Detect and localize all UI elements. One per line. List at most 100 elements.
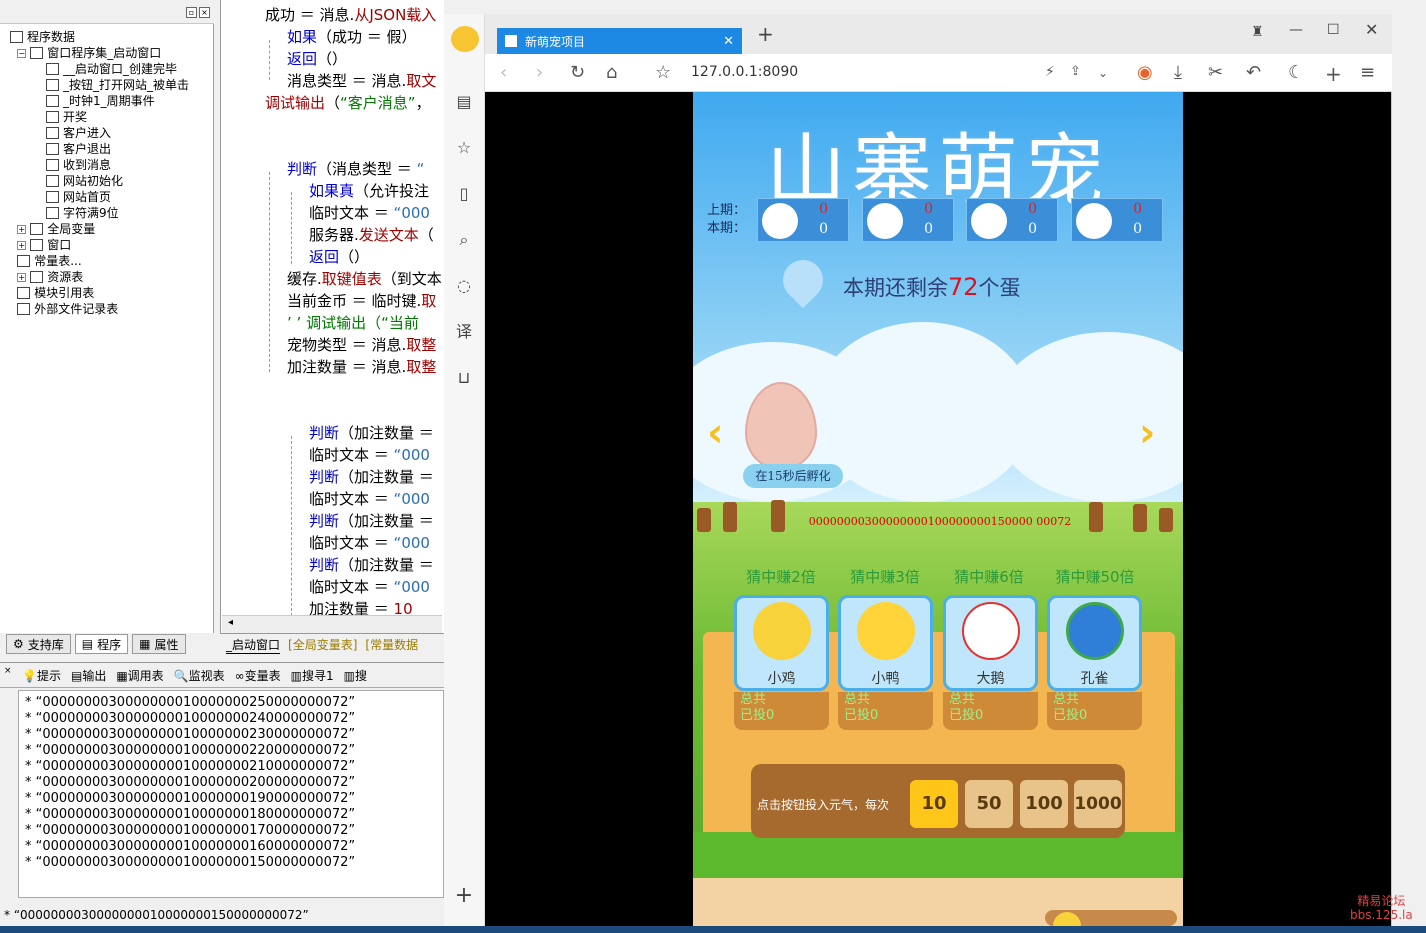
code-line[interactable]: 调试输出（“客户消息”，: [265, 93, 431, 113]
code-line[interactable]: 消息类型 ＝ 消息.取文: [287, 71, 436, 91]
expand-icon[interactable]: +: [17, 224, 27, 234]
tree-item[interactable]: 字符满9位: [46, 205, 119, 221]
arrow-right-icon[interactable]: ›: [1139, 410, 1155, 456]
share-icon[interactable]: ⇪: [1070, 64, 1081, 79]
bet-button-1000[interactable]: 1000: [1074, 780, 1122, 828]
flash-icon[interactable]: ⚡: [1045, 64, 1055, 80]
reload-icon[interactable]: ↻: [570, 62, 585, 83]
expand-icon[interactable]: −: [17, 48, 27, 58]
tab-variables[interactable]: ∞变量表: [235, 667, 281, 684]
close-icon[interactable]: ×: [199, 7, 210, 18]
tab-properties[interactable]: ▦ 属性: [132, 634, 186, 654]
tree-item[interactable]: 开奖: [46, 109, 87, 125]
tree-item[interactable]: 网站初始化: [46, 173, 123, 189]
back-icon[interactable]: ‹: [500, 62, 507, 83]
code-line[interactable]: 返回（）: [309, 247, 369, 267]
scroll-left-icon[interactable]: ◂: [228, 617, 233, 628]
minimize-icon[interactable]: —: [1289, 22, 1303, 38]
tab-program[interactable]: ▤ 程序: [74, 634, 129, 654]
code-line[interactable]: 缓存.取键值表（到文本: [287, 269, 442, 289]
download-icon[interactable]: ⤓: [1174, 62, 1182, 83]
pet-card-duck[interactable]: 小鸭: [838, 595, 933, 691]
tree-item[interactable]: + 窗口: [17, 237, 71, 253]
arrow-left-icon[interactable]: ‹: [707, 410, 723, 456]
add-icon[interactable]: +: [454, 885, 474, 907]
cart-icon[interactable]: ⊔: [454, 368, 474, 388]
pet-card-chick[interactable]: 小鸡: [734, 595, 829, 691]
tree-item[interactable]: 模块引用表: [17, 285, 94, 301]
reader-icon[interactable]: ▤: [454, 92, 474, 112]
tree-item[interactable]: 客户进入: [46, 125, 111, 141]
bet-button-10[interactable]: 10: [910, 780, 958, 828]
code-line[interactable]: 如果真（允许投注: [309, 181, 429, 201]
output-log[interactable]: * “0000000030000000010000000250000000072…: [18, 690, 444, 898]
code-line[interactable]: 临时文本 ＝ “000: [309, 533, 430, 553]
code-line[interactable]: 服务器.发送文本（: [309, 225, 434, 245]
bet-button-50[interactable]: 50: [965, 780, 1013, 828]
favorites-icon[interactable]: ☆: [454, 138, 474, 158]
translate-icon[interactable]: 译: [454, 322, 474, 342]
new-tab-icon[interactable]: +: [757, 22, 774, 46]
pet-card-peacock[interactable]: 孔雀: [1047, 595, 1142, 691]
code-line[interactable]: 临时文本 ＝ “000: [309, 489, 430, 509]
tab-global-vars[interactable]: [全局变量表]: [288, 636, 357, 653]
forward-icon[interactable]: ›: [536, 62, 543, 83]
code-line[interactable]: 判断（加注数量 ＝: [309, 511, 434, 531]
menu-icon[interactable]: ≡: [1360, 62, 1375, 83]
code-line[interactable]: 判断（加注数量 ＝: [309, 555, 434, 575]
code-editor[interactable]: 成功 ＝ 消息.从JSON载入（文本信息...如果（成功 ＝ 假）返回（）消息类…: [220, 0, 444, 633]
add-icon[interactable]: +: [1325, 62, 1342, 86]
code-line[interactable]: 临时文本 ＝ “000: [309, 445, 430, 465]
tree-item[interactable]: __启动窗口_创建完毕: [46, 61, 177, 77]
scissors-icon[interactable]: ✂: [1208, 62, 1223, 83]
pin-icon[interactable]: ▫: [186, 7, 197, 18]
horizontal-scrollbar[interactable]: ◂: [222, 615, 442, 633]
tab-search1[interactable]: ▥搜寻1: [291, 667, 334, 684]
tree-item[interactable]: _按钮_打开网站_被单击: [46, 77, 189, 93]
code-line[interactable]: 加注数量 ＝ 消息.取整: [287, 357, 436, 377]
bet-button-100[interactable]: 100: [1020, 780, 1068, 828]
tab-constants[interactable]: [常量数据: [365, 636, 418, 653]
tab-startup-window[interactable]: _启动窗口: [226, 636, 281, 654]
home-icon[interactable]: ⌂: [606, 62, 617, 83]
browser-logo-icon[interactable]: [451, 26, 479, 52]
chevron-down-icon[interactable]: ⌄: [1098, 66, 1108, 80]
code-line[interactable]: 如果（成功 ＝ 假）: [287, 27, 417, 47]
code-line[interactable]: 临时文本 ＝ “000: [309, 577, 430, 597]
tree-item[interactable]: 外部文件记录表: [17, 301, 118, 317]
close-tab-icon[interactable]: ✕: [723, 34, 734, 49]
code-line[interactable]: 宠物类型 ＝ 消息.取整: [287, 335, 436, 355]
tab-output[interactable]: ▤输出: [71, 667, 106, 684]
code-line[interactable]: 当前金币 ＝ 临时键.取: [287, 291, 436, 311]
code-line[interactable]: 判断（加注数量 ＝: [309, 423, 434, 443]
maximize-icon[interactable]: ☐: [1327, 22, 1340, 38]
code-line[interactable]: 返回（）: [287, 49, 347, 69]
undo-icon[interactable]: ↶: [1246, 62, 1261, 83]
code-line[interactable]: 临时文本 ＝ “000: [309, 203, 430, 223]
bookmark-icon[interactable]: ☆: [655, 62, 671, 83]
tree-item[interactable]: 收到消息: [46, 157, 111, 173]
tree-item[interactable]: 网站首页: [46, 189, 111, 205]
tab-search2[interactable]: ▥搜: [344, 667, 367, 684]
code-line[interactable]: 判断（加注数量 ＝: [309, 467, 434, 487]
chat-icon[interactable]: ◌: [454, 276, 474, 296]
tab-call-stack[interactable]: ▦调用表: [116, 667, 163, 684]
pet-card-goose[interactable]: 大鹅: [943, 595, 1038, 691]
code-line[interactable]: ’ ’ 调试输出（“当前: [287, 313, 419, 333]
tree-item[interactable]: 程序数据: [10, 29, 75, 45]
shirt-icon[interactable]: ♜: [1251, 24, 1264, 40]
url-input[interactable]: 127.0.0.1:8090: [691, 64, 798, 80]
game-icon[interactable]: ◉: [1137, 62, 1153, 83]
code-line[interactable]: 判断（消息类型 ＝ “: [287, 159, 424, 179]
tree-item[interactable]: + 资源表: [17, 269, 83, 285]
book-icon[interactable]: ▯: [454, 184, 474, 204]
night-mode-icon[interactable]: ☾: [1288, 62, 1304, 83]
close-output-icon[interactable]: ×: [4, 666, 12, 676]
tree-item[interactable]: + 全局变量: [17, 221, 95, 237]
browser-tab[interactable]: 新萌宠项目 ✕: [497, 28, 742, 54]
tab-watch[interactable]: 🔍监视表: [174, 667, 225, 684]
tree-item[interactable]: _时钟1_周期事件: [46, 93, 155, 109]
tab-hints[interactable]: 💡提示: [22, 667, 61, 684]
tree-item[interactable]: − 窗口程序集_启动窗口: [17, 45, 161, 61]
close-window-icon[interactable]: ✕: [1365, 20, 1378, 39]
